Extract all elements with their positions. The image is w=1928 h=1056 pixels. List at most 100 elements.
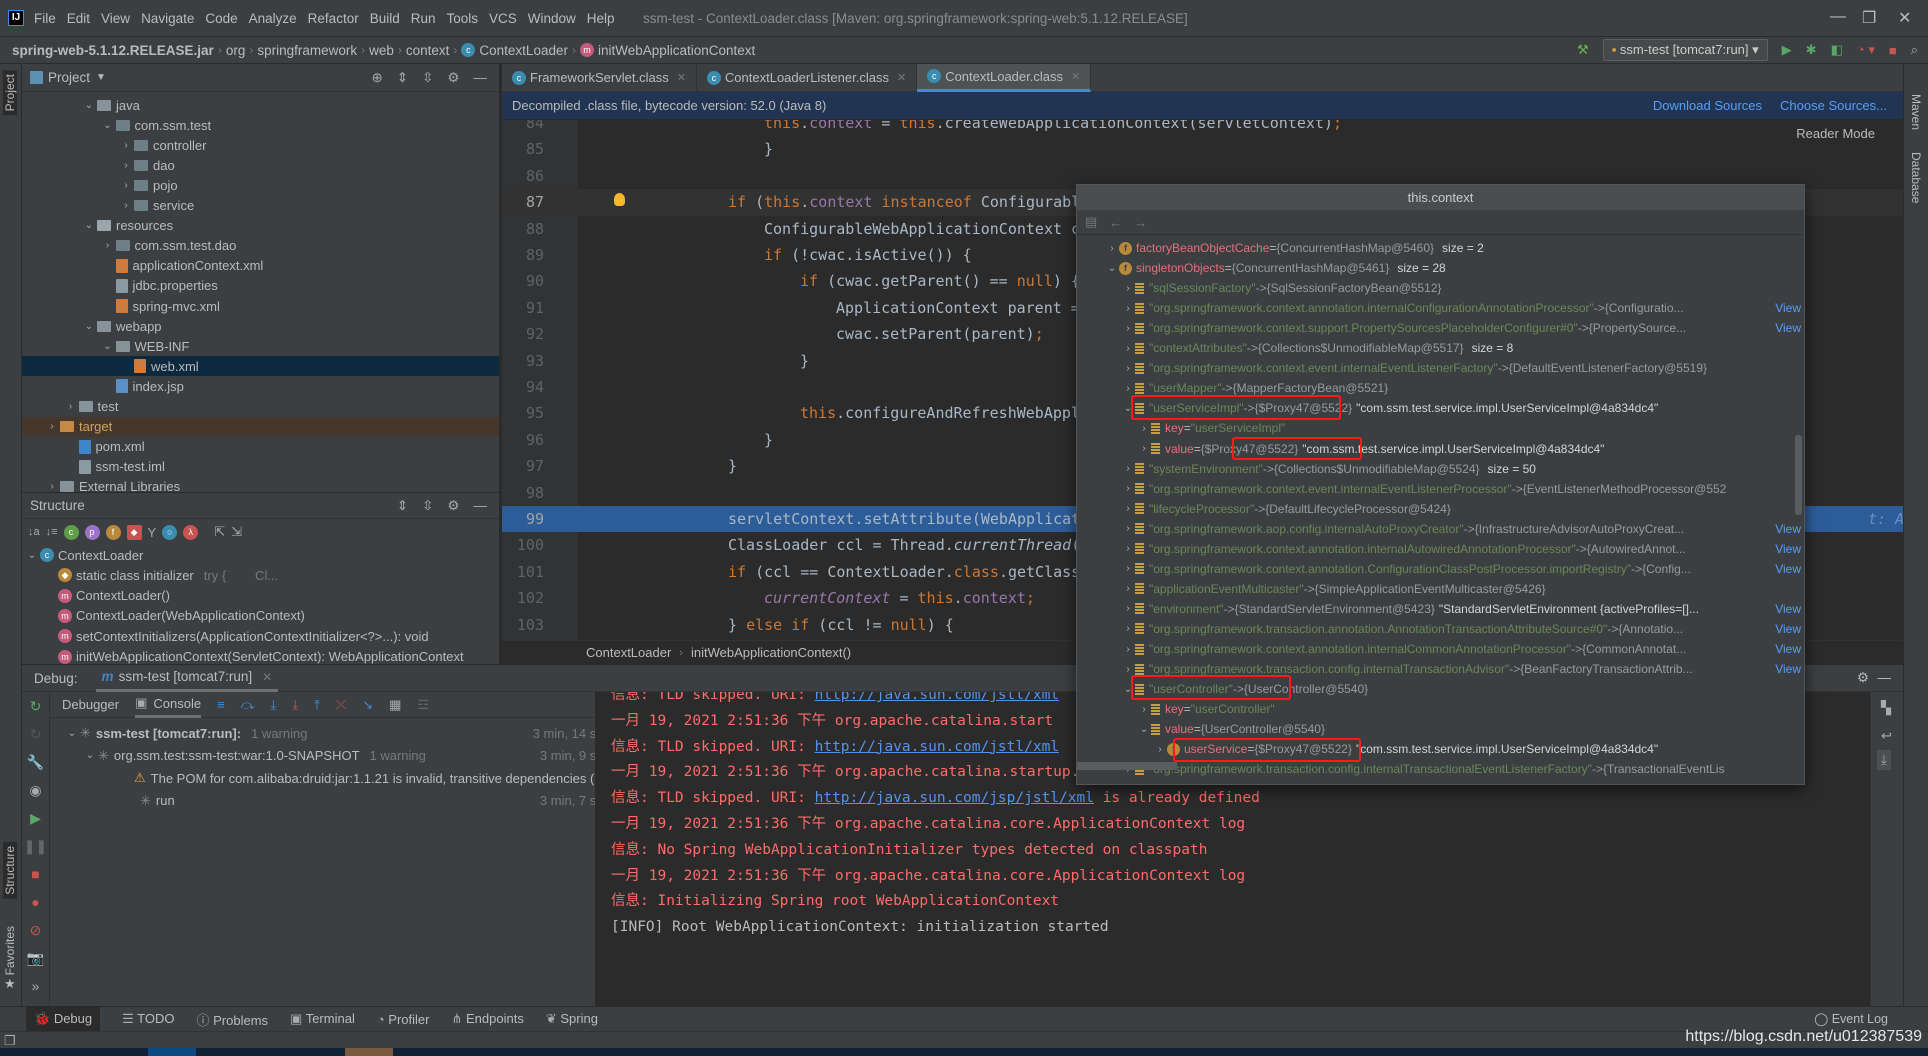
variable-row[interactable]: › "contextAttributes" -> {Collections$Unm… bbox=[1077, 338, 1804, 358]
breadcrumb-item[interactable]: web bbox=[365, 43, 398, 58]
sort-alpha-icon[interactable]: ↓a bbox=[28, 526, 40, 538]
search-everywhere-icon[interactable]: ⌕ bbox=[1911, 42, 1918, 58]
show-execution-point-icon[interactable]: ≡ bbox=[217, 697, 225, 712]
collapse-all-icon[interactable]: ⇳ bbox=[422, 70, 433, 86]
line-number[interactable]: 89 bbox=[502, 242, 544, 268]
close-tab-icon[interactable]: ✕ bbox=[677, 71, 686, 84]
tool-window-todo[interactable]: ☰ TODO bbox=[122, 1011, 174, 1027]
menu-navigate[interactable]: Navigate bbox=[141, 11, 194, 26]
breadcrumb-item[interactable]: c ContextLoader bbox=[457, 43, 572, 58]
project-tree-item[interactable]: ⌄ WEB-INF bbox=[22, 336, 499, 356]
lightbulb-icon[interactable] bbox=[614, 193, 625, 207]
chevron-right-icon[interactable]: › bbox=[1121, 383, 1135, 394]
step-into-icon[interactable]: ⤓ bbox=[271, 697, 277, 713]
line-number[interactable]: 102 bbox=[502, 585, 544, 611]
line-number[interactable]: 101 bbox=[502, 559, 544, 585]
console-link[interactable]: http://java.sun.com/jstl/xml bbox=[815, 692, 1059, 703]
chevron-right-icon[interactable]: › bbox=[118, 140, 134, 151]
chevron-right-icon[interactable]: › bbox=[1121, 623, 1135, 634]
soft-wrap-icon[interactable]: ↩ bbox=[1881, 728, 1892, 744]
line-number[interactable]: 92 bbox=[502, 321, 544, 347]
collapse-all-icon[interactable]: ⇳ bbox=[422, 498, 433, 514]
step-over-icon[interactable]: ⤼ bbox=[241, 697, 255, 713]
chevron-right-icon[interactable]: › bbox=[1121, 543, 1135, 554]
back-arrow-icon[interactable]: ← bbox=[1109, 215, 1122, 230]
line-number[interactable]: 85 bbox=[502, 136, 544, 162]
chevron-right-icon[interactable]: › bbox=[1153, 744, 1167, 755]
editor-tab[interactable]: c FrameworkServlet.class ✕ bbox=[502, 63, 697, 92]
menu-analyze[interactable]: Analyze bbox=[249, 11, 297, 26]
project-tree-item[interactable]: ⌄ java bbox=[22, 95, 499, 115]
close-tab-icon[interactable]: ✕ bbox=[1071, 70, 1080, 83]
line-number[interactable]: 88 bbox=[502, 216, 544, 242]
favorites-tool-tab[interactable]: Favorites bbox=[3, 926, 17, 975]
variable-row[interactable]: › key = "userController" bbox=[1077, 699, 1804, 719]
line-number[interactable]: 98 bbox=[502, 480, 544, 506]
project-tree-item[interactable]: applicationContext.xml bbox=[22, 256, 499, 276]
line-number[interactable]: 95 bbox=[502, 400, 544, 426]
chevron-down-icon[interactable]: ⌄ bbox=[82, 750, 98, 761]
stop-icon[interactable]: ■ bbox=[1889, 43, 1897, 58]
camera-icon[interactable]: 📷 bbox=[22, 944, 49, 972]
console-link[interactable]: http://java.sun.com/jsp/jstl/xml bbox=[815, 790, 1094, 806]
breadcrumb-item[interactable]: context bbox=[402, 43, 454, 58]
tool-window-terminal[interactable]: ▣ Terminal bbox=[290, 1011, 355, 1027]
menu-edit[interactable]: Edit bbox=[67, 11, 90, 26]
force-step-into-icon[interactable]: ⤓ bbox=[292, 697, 298, 713]
line-number[interactable]: 100 bbox=[502, 532, 544, 558]
run-to-cursor-icon[interactable]: ↘ bbox=[362, 697, 373, 713]
project-tree-item[interactable]: › External Libraries bbox=[22, 477, 499, 492]
line-number[interactable]: 97 bbox=[502, 453, 544, 479]
chevron-right-icon[interactable]: › bbox=[1121, 664, 1135, 675]
variable-row[interactable]: ⌄ value = {UserController@5540} bbox=[1077, 719, 1804, 739]
line-number[interactable]: 96 bbox=[502, 427, 544, 453]
structure-item[interactable]: m initWebApplicationContext(ServletContex… bbox=[22, 647, 499, 664]
settings-gear-icon[interactable]: ⚙ bbox=[447, 70, 459, 86]
tool-window-debug[interactable]: 🐞 Debug bbox=[26, 1007, 101, 1031]
line-number[interactable]: 93 bbox=[502, 348, 544, 374]
chevron-right-icon[interactable]: › bbox=[1121, 644, 1135, 655]
variable-row[interactable]: › "org.springframework.transaction.annota… bbox=[1077, 619, 1804, 639]
forward-arrow-icon[interactable]: → bbox=[1134, 215, 1147, 230]
variable-row[interactable]: › "lifecycleProcessor" -> {DefaultLifecyc… bbox=[1077, 499, 1804, 519]
show-lambda-icon[interactable]: λ bbox=[183, 524, 199, 540]
view-link[interactable]: View bbox=[1773, 541, 1801, 556]
project-tree-item[interactable]: ssm-test.iml bbox=[22, 457, 499, 477]
sort-visibility-icon[interactable]: ↓≡ bbox=[46, 526, 58, 538]
build-hammer-icon[interactable]: ⚒ bbox=[1577, 42, 1589, 58]
breadcrumb-class[interactable]: ContextLoader bbox=[586, 645, 671, 660]
menu-code[interactable]: Code bbox=[205, 11, 237, 26]
breadcrumb-method[interactable]: initWebApplicationContext() bbox=[691, 645, 851, 660]
rerun-failed-icon[interactable]: ↻ bbox=[22, 720, 49, 748]
view-breakpoints-eye-icon[interactable]: ◉ bbox=[22, 776, 49, 804]
maven-tool-tab[interactable]: Maven bbox=[1909, 94, 1923, 130]
download-sources-link[interactable]: Download Sources bbox=[1653, 98, 1762, 113]
project-view-selector[interactable]: Project bbox=[48, 70, 90, 85]
show-fields-icon[interactable]: f bbox=[105, 524, 121, 540]
expand-all-icon[interactable]: ⇕ bbox=[397, 498, 408, 514]
line-number[interactable]: 90 bbox=[502, 268, 544, 294]
variable-row[interactable]: › "org.springframework.context.support.Pr… bbox=[1077, 318, 1804, 338]
mute-breakpoints-icon[interactable]: ⊘ bbox=[22, 916, 49, 944]
structure-item[interactable]: m ContextLoader(WebApplicationContext) bbox=[22, 606, 499, 626]
chevron-right-icon[interactable]: › bbox=[1121, 563, 1135, 574]
line-number[interactable]: 103 bbox=[502, 612, 544, 638]
rerun-icon[interactable]: ↻ bbox=[22, 692, 49, 720]
chevron-right-icon[interactable]: › bbox=[1121, 603, 1135, 614]
evaluate-expression-icon[interactable]: ▦ bbox=[389, 697, 401, 713]
stop-icon[interactable]: ■ bbox=[22, 860, 49, 888]
menu-window[interactable]: Window bbox=[528, 11, 576, 26]
project-tree-item[interactable]: ⌄ webapp bbox=[22, 316, 499, 336]
scroll-to-end-icon[interactable]: ⤓ bbox=[1877, 750, 1891, 770]
tool-window-profiler[interactable]: ◔ Profiler bbox=[377, 1012, 430, 1027]
menu-help[interactable]: Help bbox=[587, 11, 615, 26]
layout-icon[interactable]: ▚ bbox=[1881, 700, 1891, 716]
chevron-right-icon[interactable]: › bbox=[44, 421, 60, 432]
build-tree-item[interactable]: ⚠ The POM for com.alibaba:druid:jar:1.1.2… bbox=[100, 767, 616, 789]
menu-refactor[interactable]: Refactor bbox=[308, 11, 359, 26]
tool-window-endpoints[interactable]: ⋔ Endpoints bbox=[451, 1011, 523, 1027]
run-config-dropdown[interactable]: ▪ ssm-test [tomcat7:run] ▾ bbox=[1602, 39, 1768, 61]
chevron-down-icon[interactable]: ⌄ bbox=[81, 321, 97, 332]
view-link[interactable]: View bbox=[1773, 521, 1801, 536]
variable-row[interactable]: › key = "userServiceImpl" bbox=[1077, 418, 1804, 438]
